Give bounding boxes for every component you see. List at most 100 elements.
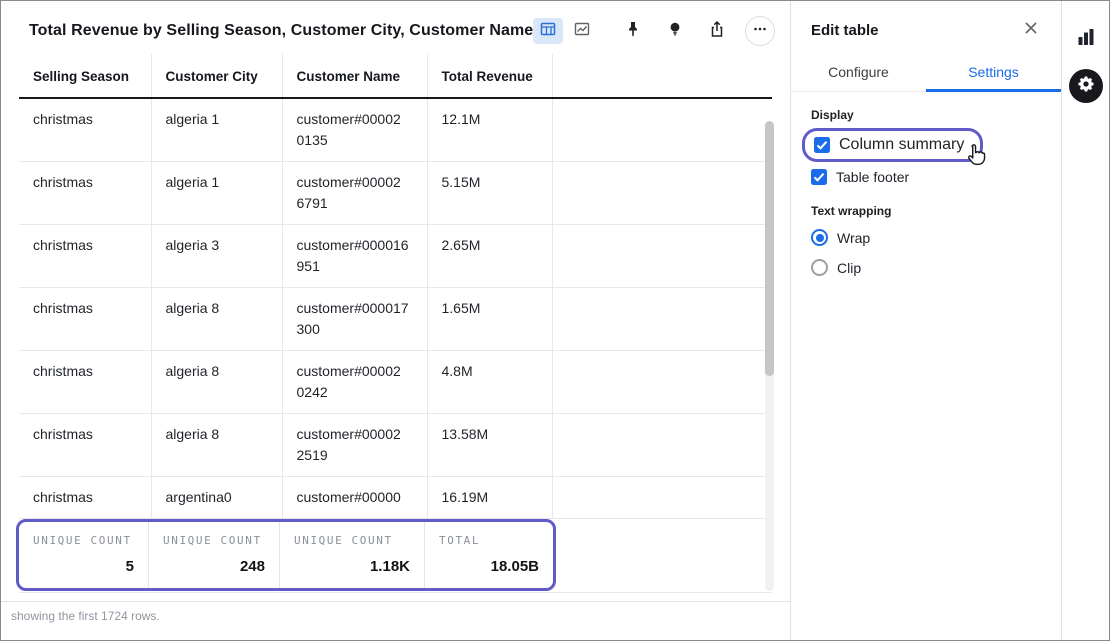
table-scrollbar[interactable] <box>765 121 774 591</box>
summary-value: 5 <box>33 558 134 575</box>
share-export-icon <box>708 20 726 43</box>
row-count-note: showing the first 1724 rows. <box>1 601 790 623</box>
cell-empty[interactable] <box>552 98 772 162</box>
column-summary-highlight-annotation: Column summary <box>802 128 983 162</box>
page-title[interactable]: Total Revenue by Selling Season, Custome… <box>29 22 533 40</box>
clip-radio[interactable] <box>811 259 828 276</box>
data-table: Selling Season Customer City Customer Na… <box>19 54 772 593</box>
cell-city[interactable]: algeria 8 <box>151 414 282 477</box>
cell-customer[interactable]: customer#00002 2519 <box>282 414 427 477</box>
cell-customer[interactable]: customer#00002 6791 <box>282 162 427 225</box>
cell-customer[interactable]: customer#000017 300 <box>282 288 427 351</box>
cell-empty[interactable] <box>552 162 772 225</box>
cell-season[interactable]: christmas <box>19 351 151 414</box>
table-row: christmasalgeria 3customer#000016 9512.6… <box>19 225 772 288</box>
clip-label[interactable]: Clip <box>837 260 861 276</box>
column-summary-label[interactable]: Column summary <box>839 136 964 154</box>
summary-cell[interactable]: UNIQUE COUNT 1.18K <box>280 522 425 588</box>
column-header-selling-season[interactable]: Selling Season <box>19 54 151 98</box>
cell-season[interactable]: christmas <box>19 477 151 519</box>
wrap-option: Wrap <box>811 229 1041 246</box>
clip-option: Clip <box>811 259 1041 276</box>
panel-tabs: Configure Settings <box>791 52 1061 92</box>
summary-label: UNIQUE COUNT <box>163 534 265 547</box>
workbook-main: Total Revenue by Selling Season, Custome… <box>1 1 791 640</box>
cell-revenue[interactable]: 4.8M <box>427 351 552 414</box>
text-wrapping-label: Text wrapping <box>811 204 1041 218</box>
cell-city[interactable]: algeria 3 <box>151 225 282 288</box>
summary-label: UNIQUE COUNT <box>33 534 134 547</box>
pin-button[interactable] <box>619 17 647 45</box>
summary-label: UNIQUE COUNT <box>294 534 410 547</box>
edit-table-panel: Edit table Configure Settings Display Co… <box>791 1 1061 640</box>
element-panel-button[interactable] <box>1072 25 1100 53</box>
cell-empty[interactable] <box>552 225 772 288</box>
cell-customer[interactable]: customer#000016 951 <box>282 225 427 288</box>
chart-view-button[interactable] <box>567 18 597 44</box>
cell-city[interactable]: algeria 8 <box>151 288 282 351</box>
cell-customer[interactable]: customer#00002 0135 <box>282 98 427 162</box>
cell-empty[interactable] <box>552 288 772 351</box>
table-row: christmasalgeria 8customer#00002 251913.… <box>19 414 772 477</box>
cell-empty[interactable] <box>552 477 772 519</box>
cell-city[interactable]: algeria 1 <box>151 98 282 162</box>
table-row: christmasalgeria 8customer#000017 3001.6… <box>19 288 772 351</box>
table-view-button[interactable] <box>533 18 563 44</box>
cell-empty[interactable] <box>552 414 772 477</box>
summary-cell[interactable]: UNIQUE COUNT 5 <box>19 522 149 588</box>
cell-city[interactable]: algeria 1 <box>151 162 282 225</box>
cell-revenue[interactable]: 1.65M <box>427 288 552 351</box>
scrollbar-thumb[interactable] <box>765 121 774 376</box>
table-footer-checkbox[interactable] <box>811 169 827 185</box>
column-header-empty[interactable] <box>552 54 772 98</box>
export-button[interactable] <box>703 17 731 45</box>
close-panel-button[interactable] <box>1019 18 1043 42</box>
column-header-customer-name[interactable]: Customer Name <box>282 54 427 98</box>
element-toolbar <box>533 16 779 46</box>
table-footer-label[interactable]: Table footer <box>836 169 909 185</box>
cell-season[interactable]: christmas <box>19 98 151 162</box>
explore-bulb-button[interactable] <box>661 17 689 45</box>
cell-revenue[interactable]: 12.1M <box>427 98 552 162</box>
display-section-label: Display <box>811 108 1041 122</box>
cell-season[interactable]: christmas <box>19 414 151 477</box>
wrap-label[interactable]: Wrap <box>837 230 870 246</box>
gear-icon <box>1077 75 1095 98</box>
settings-tab-content: Display Column summary Table footer Text… <box>791 92 1061 305</box>
ellipsis-icon <box>752 21 768 42</box>
column-header-total-revenue[interactable]: Total Revenue <box>427 54 552 98</box>
table-view-icon <box>539 20 557 43</box>
column-summary-checkbox[interactable] <box>814 137 830 153</box>
table-header: Selling Season Customer City Customer Na… <box>19 54 772 98</box>
tab-settings[interactable]: Settings <box>926 52 1061 92</box>
cell-city[interactable]: algeria 8 <box>151 351 282 414</box>
cell-revenue[interactable]: 2.65M <box>427 225 552 288</box>
cell-empty[interactable] <box>552 351 772 414</box>
hand-cursor-icon <box>962 142 988 173</box>
settings-gear-button[interactable] <box>1069 69 1103 103</box>
cell-revenue[interactable]: 13.58M <box>427 414 552 477</box>
tab-configure[interactable]: Configure <box>791 52 926 91</box>
cell-city[interactable]: argentina0 <box>151 477 282 519</box>
cell-customer[interactable]: customer#00002 0242 <box>282 351 427 414</box>
summary-cell[interactable]: UNIQUE COUNT 248 <box>149 522 280 588</box>
cell-season[interactable]: christmas <box>19 225 151 288</box>
chart-view-icon <box>573 20 591 43</box>
wrap-radio[interactable] <box>811 229 828 246</box>
cell-season[interactable]: christmas <box>19 162 151 225</box>
summary-cell[interactable]: TOTAL 18.05B <box>425 522 553 588</box>
table-row: christmasargentina0customer#0000016.19M <box>19 477 772 519</box>
toolbar-actions <box>619 16 775 46</box>
cell-revenue[interactable]: 5.15M <box>427 162 552 225</box>
cell-season[interactable]: christmas <box>19 288 151 351</box>
table-row: christmasalgeria 1customer#00002 013512.… <box>19 98 772 162</box>
summary-value: 248 <box>163 558 265 575</box>
column-header-customer-city[interactable]: Customer City <box>151 54 282 98</box>
bar-chart-icon <box>1076 27 1096 52</box>
summary-highlight-annotation: UNIQUE COUNT 5 UNIQUE COUNT 248 UNIQUE C… <box>16 519 556 591</box>
cell-revenue[interactable]: 16.19M <box>427 477 552 519</box>
table-body: christmasalgeria 1customer#00002 013512.… <box>19 98 772 519</box>
cell-customer[interactable]: customer#00000 <box>282 477 427 519</box>
more-options-button[interactable] <box>745 16 775 46</box>
lightbulb-icon <box>666 20 684 43</box>
